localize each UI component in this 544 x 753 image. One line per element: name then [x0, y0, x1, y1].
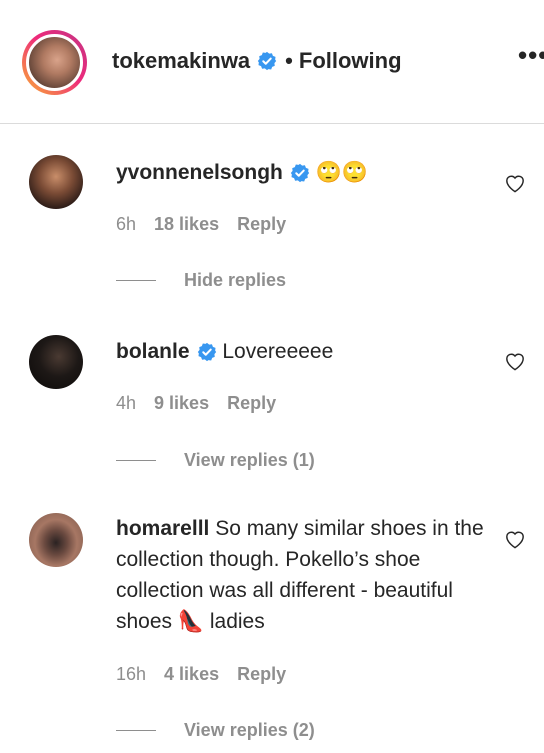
- avatar[interactable]: [29, 335, 83, 389]
- divider: [116, 730, 156, 731]
- header-username[interactable]: tokemakinwa: [112, 48, 250, 74]
- more-horizontal-icon[interactable]: •••: [518, 46, 544, 72]
- verified-badge-icon: [258, 51, 277, 71]
- comment-time[interactable]: 4h: [116, 393, 136, 413]
- comment-text: bolanle Lovereeeee: [116, 336, 486, 367]
- comment-username[interactable]: yvonnenelsongh: [116, 161, 283, 184]
- heart-icon[interactable]: [504, 173, 526, 193]
- view-replies-button[interactable]: View replies (1): [116, 450, 315, 471]
- likes-count[interactable]: 18 likes: [154, 214, 219, 234]
- post-header: tokemakinwa • Following •••: [0, 0, 544, 124]
- reply-button[interactable]: Reply: [227, 393, 276, 413]
- following-button[interactable]: Following: [299, 48, 402, 74]
- heart-icon[interactable]: [504, 351, 526, 371]
- comment-meta: 4h 9 likes Reply: [116, 393, 294, 414]
- comment-username[interactable]: homarelll: [116, 517, 209, 540]
- comment-body: Lovereeeee: [222, 340, 334, 363]
- likes-count[interactable]: 9 likes: [154, 393, 209, 413]
- replies-toggle-label: View replies (2): [184, 720, 315, 740]
- avatar[interactable]: [29, 513, 83, 567]
- verified-badge-icon: [197, 343, 216, 362]
- likes-count[interactable]: 4 likes: [164, 664, 219, 684]
- story-ring[interactable]: [22, 30, 87, 95]
- comment-meta: 16h 4 likes Reply: [116, 664, 304, 685]
- header-separator: •: [285, 48, 293, 73]
- reply-button[interactable]: Reply: [237, 664, 286, 684]
- header-user-row: tokemakinwa • Following: [112, 48, 402, 74]
- divider: [116, 460, 156, 461]
- hide-replies-button[interactable]: Hide replies: [116, 270, 286, 291]
- avatar[interactable]: [26, 34, 83, 91]
- comment-text: yvonnenelsongh 🙄🙄: [116, 157, 486, 188]
- avatar[interactable]: [29, 155, 83, 209]
- comment-time[interactable]: 6h: [116, 214, 136, 234]
- divider: [116, 280, 156, 281]
- comment-text: homarelll So many similar shoes in the c…: [116, 513, 488, 637]
- view-replies-button[interactable]: View replies (2): [116, 720, 315, 741]
- replies-toggle-label: Hide replies: [184, 270, 287, 290]
- comment-time[interactable]: 16h: [116, 664, 146, 684]
- heart-icon[interactable]: [504, 529, 526, 549]
- replies-toggle-label: View replies (1): [184, 450, 315, 470]
- verified-badge-icon: [290, 164, 310, 183]
- comment-meta: 6h 18 likes Reply: [116, 214, 304, 235]
- reply-button[interactable]: Reply: [237, 214, 286, 234]
- comment-body: 🙄🙄: [315, 161, 368, 184]
- comment-username[interactable]: bolanle: [116, 340, 190, 363]
